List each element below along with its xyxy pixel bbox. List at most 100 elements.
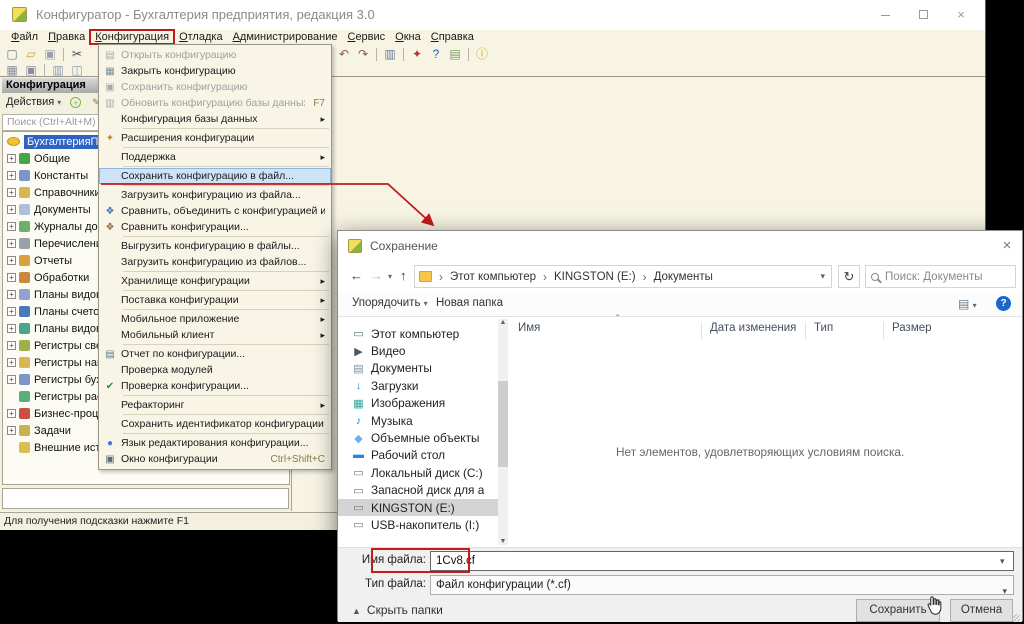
nav-item[interactable]: ♪Музыка [338,412,498,429]
menu-item[interactable]: Сохранить конфигурацию в файл... [99,168,331,184]
menubar-item-администрирование[interactable]: Администрирование [228,30,343,44]
scrollbar-thumb[interactable] [498,381,508,467]
menubar-item-окна[interactable]: Окна [390,30,426,44]
menu-item[interactable]: ✦Расширения конфигурации [99,130,331,146]
expand-icon[interactable]: + [7,154,16,163]
menubar-item-правка[interactable]: Правка [43,30,90,44]
menu-item[interactable]: Проверка модулей [99,362,331,378]
back-icon[interactable]: ← [350,268,363,283]
expand-icon[interactable]: + [7,239,16,248]
file-type-select[interactable]: Файл конфигурации (*.cf) ▾ [430,575,1014,595]
expand-icon[interactable]: + [7,375,16,384]
expand-icon[interactable]: + [7,426,16,435]
minimize-button[interactable] [878,8,892,22]
menu-item[interactable]: ▣Сохранить конфигурацию [99,79,331,95]
redo-icon[interactable]: ↷ [355,47,371,62]
close-button[interactable]: × [954,8,968,22]
cancel-button[interactable]: Отмена [950,599,1013,622]
nav-item[interactable]: ▭KINGSTON (E:) [338,499,498,516]
recent-chevron-icon[interactable]: ▾ [388,272,392,281]
config-open-icon[interactable]: ▦ [4,63,20,78]
menu-item[interactable]: Загрузить конфигурацию из файла... [99,187,331,203]
chevron-down-icon[interactable]: ▾ [1000,556,1005,567]
file-name-input[interactable] [430,551,1014,571]
maximize-button[interactable] [916,8,930,22]
nav-item[interactable]: ▬Рабочий стол [338,447,498,464]
nav-item[interactable]: ▭Запасной диск для а [338,482,498,499]
nav-item[interactable]: ▭Локальный диск (C:) [338,464,498,481]
menu-item[interactable]: Загрузить конфигурацию из файлов... [99,254,331,270]
forward-icon[interactable]: → [370,268,383,283]
syntax-check-icon[interactable]: ✦ [409,47,425,62]
nav-item[interactable]: ▤Документы [338,360,498,377]
dialog-close-icon[interactable]: × [998,237,1016,255]
add-icon[interactable]: + [70,97,81,108]
expand-icon[interactable]: + [7,290,16,299]
cut-icon[interactable]: ✂ [69,47,85,62]
save-icon[interactable]: ▣ [42,47,58,62]
breadcrumb[interactable]: ›Этот компьютер›KINGSTON (E:)›Документы▾ [414,265,832,288]
scroll-down-icon[interactable]: ▼ [499,538,507,545]
menubar-item-файл[interactable]: Файл [6,30,43,44]
menu-item[interactable]: ▤Отчет по конфигурации... [99,346,331,362]
db-table-icon[interactable]: ◫ [69,63,85,78]
menu-item[interactable]: Сохранить идентификатор конфигурации в ф… [99,416,331,432]
expand-icon[interactable]: + [7,256,16,265]
nav-item[interactable]: ◆Объемные объекты [338,429,498,446]
undo-icon[interactable]: ↶ [336,47,352,62]
config-window-icon[interactable]: ▣ [23,63,39,78]
new-folder-button[interactable]: Новая папка [436,297,503,309]
breadcrumb-segment[interactable]: KINGSTON (E:) [554,271,636,283]
menubar-item-сервис[interactable]: Сервис [342,30,390,44]
menu-item[interactable]: ●Язык редактирования конфигурации... [99,435,331,451]
menubar-item-справка[interactable]: Справка [426,30,479,44]
menu-item[interactable]: ❖Сравнить, объединить с конфигурацией из… [99,203,331,219]
expand-icon[interactable]: + [7,205,16,214]
menu-item[interactable]: Поставка конфигурации▸ [99,292,331,308]
scrollbar[interactable]: ▲ ▼ [498,319,508,545]
scroll-up-icon[interactable]: ▲ [499,319,507,326]
column-header[interactable]: Имя [510,322,701,340]
menu-item[interactable]: Конфигурация базы данных▸ [99,111,331,127]
new-file-icon[interactable]: ▢ [4,47,20,62]
column-header[interactable]: Тип [805,322,883,340]
expand-icon[interactable]: + [7,273,16,282]
hide-folders-button[interactable]: ▲Скрыть папки [352,603,443,617]
expand-icon[interactable]: + [7,171,16,180]
breadcrumb-segment[interactable]: Документы [654,271,713,283]
chevron-down-icon[interactable]: ▾ [820,271,825,282]
menu-item[interactable]: ▣Окно конфигурацииCtrl+Shift+C [99,451,331,467]
breadcrumb-segment[interactable]: Этот компьютер [450,271,536,283]
menu-item[interactable]: ▥Обновить конфигурацию базы данныхF7 [99,95,331,111]
menubar-item-конфигурация[interactable]: Конфигурация [90,30,174,44]
resize-grip[interactable] [1012,614,1020,622]
expand-icon[interactable]: + [7,341,16,350]
organize-button[interactable]: Упорядочить ▾ [352,297,428,309]
menubar-item-отладка[interactable]: Отладка [174,30,228,44]
view-list-icon[interactable]: ▤ ▾ [958,297,977,311]
info-icon[interactable]: ⓘ [474,47,490,62]
menu-item[interactable]: ✔Проверка конфигурации... [99,378,331,394]
menu-item[interactable]: ❖Сравнить конфигурации... [99,219,331,235]
nav-item[interactable]: ▭USB-накопитель (I:) [338,516,498,533]
column-header[interactable]: Размер [883,322,953,340]
refresh-button[interactable]: ↻ [838,265,860,288]
menu-item[interactable]: ▤Открыть конфигурацию [99,47,331,63]
find-help-icon[interactable]: ? [428,47,444,62]
menu-item[interactable]: Выгрузить конфигурацию в файлы... [99,238,331,254]
nav-item[interactable]: ▶Видео [338,342,498,359]
search-input[interactable] [885,271,1010,283]
menu-item[interactable]: Мобильное приложение▸ [99,311,331,327]
menu-item[interactable]: ▦Закрыть конфигурацию [99,63,331,79]
copy-icon[interactable]: ▥ [382,47,398,62]
menu-item[interactable]: Рефакторинг▸ [99,397,331,413]
up-icon[interactable]: ↑ [400,268,407,283]
menu-item[interactable]: Поддержка▸ [99,149,331,165]
column-header[interactable]: Дата изменения [701,322,805,340]
nav-item[interactable]: ↓Загрузки [338,377,498,394]
menu-item[interactable]: Мобильный клиент▸ [99,327,331,343]
help-icon[interactable]: ? [996,296,1011,311]
menu-item[interactable]: Хранилище конфигурации▸ [99,273,331,289]
expand-icon[interactable]: + [7,358,16,367]
book-icon[interactable]: ▤ [447,47,463,62]
